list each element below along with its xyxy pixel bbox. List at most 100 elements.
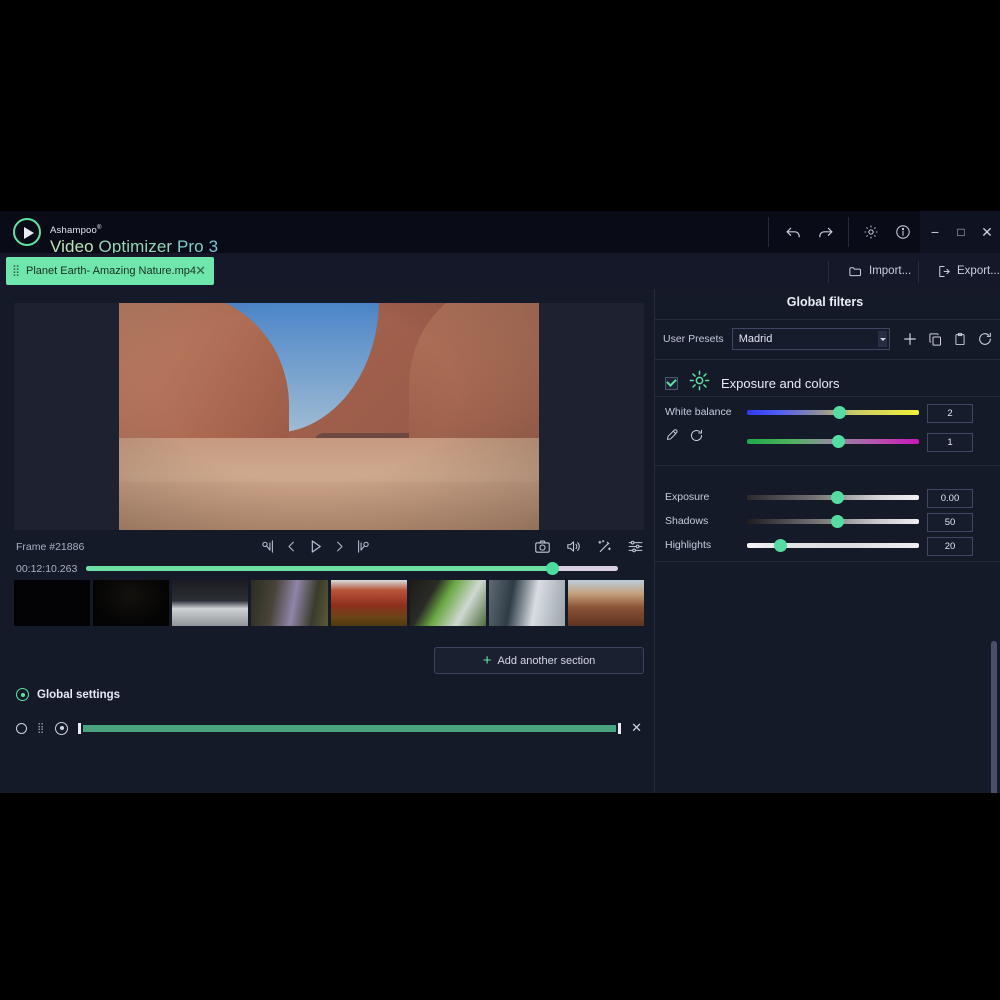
track-start-handle[interactable] <box>78 722 82 734</box>
duplicate-preset-icon <box>929 332 941 346</box>
settings-button[interactable] <box>856 211 886 253</box>
set-in-point-button[interactable] <box>260 538 277 555</box>
reset-preset-button[interactable] <box>977 331 993 347</box>
seek-handle[interactable] <box>546 562 560 575</box>
white-balance-tint-handle[interactable] <box>832 435 845 448</box>
minimize-button[interactable]: − <box>922 211 948 253</box>
video-preview-area[interactable] <box>14 303 644 530</box>
thumbnail-8[interactable] <box>567 580 644 626</box>
preset-select[interactable]: Madrid <box>731 328 890 350</box>
exposure-enable-checkbox[interactable] <box>665 376 678 390</box>
vignette-layer <box>119 303 539 530</box>
undo-button[interactable] <box>778 211 808 253</box>
add-another-section-label: Add another section <box>497 654 596 667</box>
application-window: Ashampoo® Video Optimizer Pro 3 − □ ✕ ⣿ … <box>0 211 1000 793</box>
thumbnail-2[interactable] <box>93 580 170 626</box>
previous-frame-button[interactable] <box>284 539 299 554</box>
preset-actions <box>902 331 993 347</box>
exposure-and-colors-label: Exposure and colors <box>721 375 840 391</box>
highlights-value[interactable]: 20 <box>927 537 973 556</box>
redo-button[interactable] <box>810 211 840 253</box>
track-remove-button[interactable]: ✕ <box>631 720 642 736</box>
shadows-value[interactable]: 50 <box>927 513 973 532</box>
auto-enhance-button[interactable] <box>596 538 613 555</box>
snapshot-button[interactable] <box>534 538 551 555</box>
filters-panel-scrollbar[interactable] <box>991 641 997 793</box>
thumbnail-7[interactable] <box>488 580 565 626</box>
track-drag-handle[interactable]: ⣿ <box>37 723 45 733</box>
play-button[interactable] <box>306 537 325 556</box>
volume-button[interactable] <box>565 538 582 555</box>
brand-registered-mark: ® <box>97 225 102 231</box>
highlights-slider[interactable] <box>747 543 919 548</box>
global-settings-icon <box>16 688 29 701</box>
shadows-row: Shadows 50 <box>655 512 1000 532</box>
export-button[interactable]: Export... <box>928 257 1000 285</box>
export-label: Export... <box>957 265 1000 277</box>
preset-value: Madrid <box>738 333 773 345</box>
seek-row: 00:12:10.263 <box>14 561 644 577</box>
thumbnail-1[interactable] <box>14 580 91 626</box>
close-button[interactable]: ✕ <box>974 211 1000 253</box>
app-logo-icon <box>13 218 41 246</box>
tab-planet-earth[interactable]: ⣿ Planet Earth- Amazing Nature.mp4 ✕ <box>6 257 214 285</box>
thumbnail-4[interactable] <box>251 580 328 626</box>
set-out-point-button[interactable] <box>354 538 371 555</box>
thumbnail-filmstrip[interactable] <box>14 580 644 626</box>
magic-wand-icon <box>598 539 611 552</box>
global-filters-panel: Global filters User Presets Madrid Expos… <box>654 289 1000 793</box>
exposure-label: Exposure <box>665 491 710 503</box>
highlights-handle[interactable] <box>774 539 787 552</box>
undo-icon <box>786 227 800 237</box>
thumbnail-5[interactable] <box>330 580 407 626</box>
shadows-handle[interactable] <box>831 515 844 528</box>
track-end-handle[interactable] <box>618 722 622 734</box>
time-code: 00:12:10.263 <box>16 563 78 575</box>
brightness-sun-icon <box>689 370 710 396</box>
paste-preset-button[interactable] <box>953 332 967 346</box>
tab-drag-handle[interactable]: ⣿ <box>12 266 26 277</box>
seek-slider[interactable] <box>86 562 618 575</box>
add-another-section-button[interactable]: + Add another section <box>434 647 644 674</box>
maximize-button[interactable]: □ <box>948 211 974 253</box>
export-icon <box>939 265 950 277</box>
white-balance-divider <box>655 465 1000 466</box>
tab-close-icon[interactable]: ✕ <box>195 264 206 277</box>
eyedropper-button[interactable] <box>665 428 680 448</box>
plus-icon: + <box>482 652 492 669</box>
global-settings-header[interactable]: Global settings <box>16 688 120 701</box>
white-balance-temperature-handle[interactable] <box>833 406 846 419</box>
exposure-value[interactable]: 0.00 <box>927 489 973 508</box>
highlights-row: Highlights 20 <box>655 536 1000 556</box>
paste-preset-icon <box>955 332 965 346</box>
exposure-and-colors-header[interactable]: Exposure and colors <box>665 370 840 396</box>
track-range-bar[interactable] <box>78 722 622 734</box>
preview-settings-button[interactable] <box>627 538 644 555</box>
chevron-down-icon[interactable] <box>878 331 887 347</box>
white-balance-reset-button[interactable] <box>689 428 704 448</box>
adjustments-icon <box>628 540 643 553</box>
exposure-handle[interactable] <box>831 491 844 504</box>
import-button[interactable]: Import... <box>840 257 919 285</box>
toolbar-divider-2 <box>848 217 849 247</box>
thumbnail-3[interactable] <box>172 580 249 626</box>
next-frame-button[interactable] <box>332 539 347 554</box>
video-frame-image <box>119 303 539 530</box>
white-balance-label: White balance <box>665 406 732 418</box>
info-button[interactable] <box>888 211 918 253</box>
duplicate-preset-button[interactable] <box>928 332 943 347</box>
preview-tools <box>534 538 644 555</box>
track-record-toggle[interactable] <box>16 722 27 734</box>
user-presets-label: User Presets <box>663 333 724 345</box>
white-balance-temperature-value[interactable]: 2 <box>927 404 973 423</box>
track-visibility-toggle[interactable] <box>55 721 69 735</box>
tabbar-divider-1 <box>828 261 829 283</box>
global-settings-label: Global settings <box>37 688 121 701</box>
exposure-group-divider <box>655 561 1000 562</box>
thumbnail-6[interactable] <box>409 580 486 626</box>
seek-progress <box>86 566 560 571</box>
tabbar-divider-2 <box>918 261 919 283</box>
white-balance-tint-value[interactable]: 1 <box>927 433 973 452</box>
add-preset-button[interactable] <box>902 331 918 347</box>
white-balance-tools <box>665 428 704 448</box>
